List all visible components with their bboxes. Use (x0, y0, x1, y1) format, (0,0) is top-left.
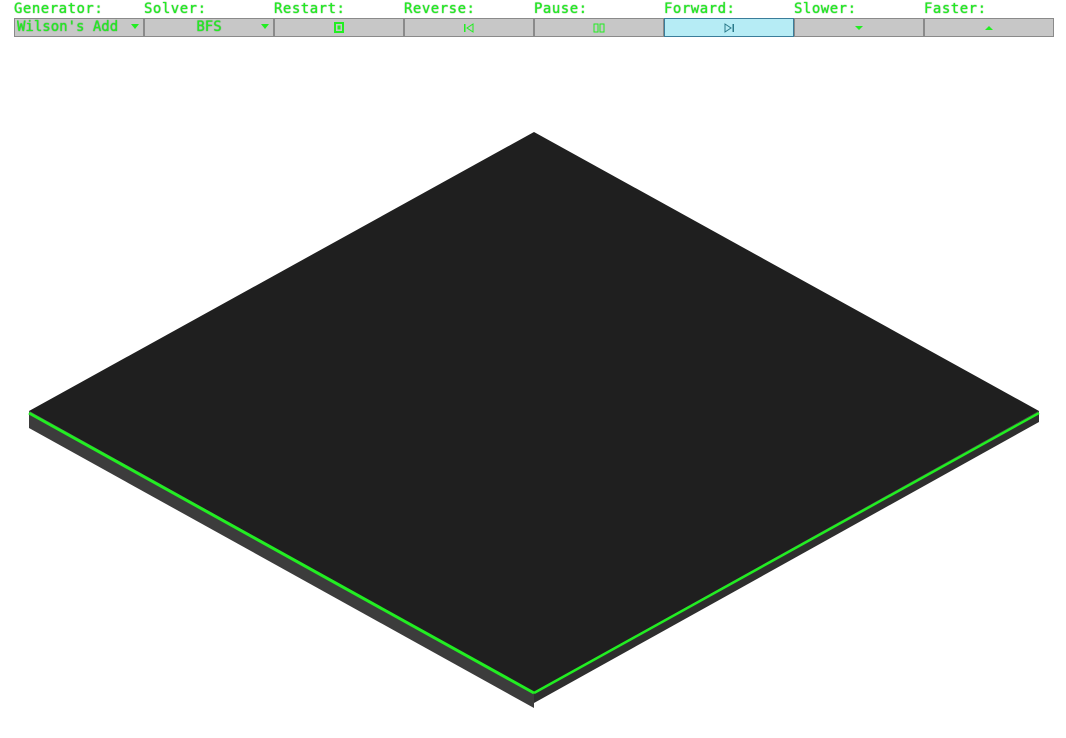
restart-icon (334, 22, 344, 33)
step-reverse-icon (464, 22, 474, 33)
generator-label: Generator: (14, 1, 104, 17)
solver-label: Solver: (144, 1, 207, 17)
reverse-control: Reverse: (404, 0, 534, 38)
generator-select[interactable]: Wilson's Add (14, 18, 144, 37)
solver-value: BFS (196, 19, 222, 35)
faster-label: Faster: (924, 1, 987, 17)
reverse-button[interactable] (404, 18, 534, 37)
solver-select[interactable]: BFS (144, 18, 274, 37)
pause-button[interactable] (534, 18, 664, 37)
forward-button[interactable] (664, 18, 794, 37)
control-toolbar: Generator: Wilson's Add Solver: BFS Rest… (14, 0, 1054, 38)
triangle-down-icon (855, 25, 863, 30)
solver-control: Solver: BFS (144, 0, 274, 38)
forward-label: Forward: (664, 1, 736, 17)
maze-viewport[interactable] (0, 40, 1066, 738)
triangle-up-icon (985, 25, 993, 30)
pause-label: Pause: (534, 1, 588, 17)
pause-icon (593, 23, 605, 32)
reverse-label: Reverse: (404, 1, 476, 17)
pause-control: Pause: (534, 0, 664, 38)
forward-control: Forward: (664, 0, 794, 38)
restart-control: Restart: (274, 0, 404, 38)
chevron-down-icon (131, 24, 139, 29)
faster-button[interactable] (924, 18, 1054, 37)
slower-control: Slower: (794, 0, 924, 38)
step-forward-icon (724, 22, 734, 33)
slower-label: Slower: (794, 1, 857, 17)
chevron-down-icon (261, 24, 269, 29)
maze-floor (29, 132, 1039, 692)
slower-button[interactable] (794, 18, 924, 37)
faster-control: Faster: (924, 0, 1054, 38)
restart-label: Restart: (274, 1, 346, 17)
generator-control: Generator: Wilson's Add (14, 0, 144, 38)
generator-value: Wilson's Add (17, 19, 119, 35)
restart-button[interactable] (274, 18, 404, 37)
